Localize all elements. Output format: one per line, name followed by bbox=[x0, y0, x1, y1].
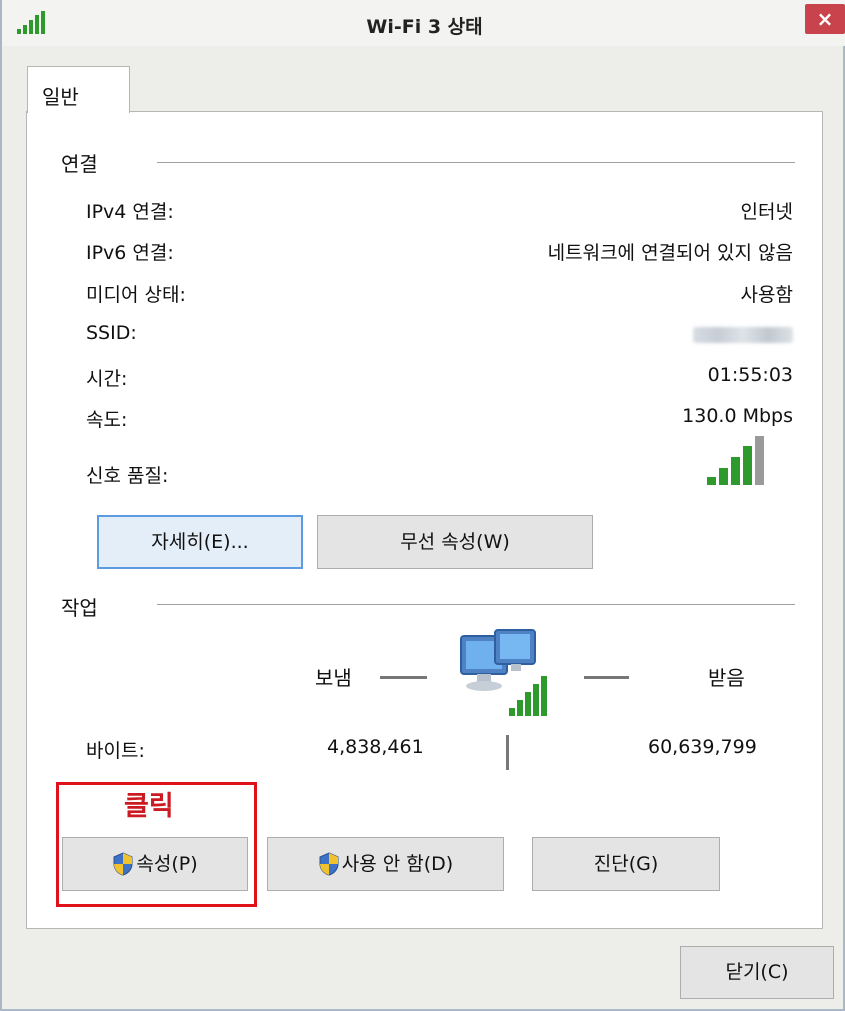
diagnose-button[interactable]: 진단(G) bbox=[532, 837, 720, 891]
window-title: Wi-Fi 3 상태 bbox=[366, 16, 483, 38]
ssid-label: SSID: bbox=[86, 322, 137, 344]
signal-quality-label: 신호 품질: bbox=[86, 465, 169, 487]
properties-button[interactable]: 속성(P) bbox=[62, 837, 248, 891]
duration-value: 01:55:03 bbox=[707, 364, 793, 386]
signal-quality-icon bbox=[707, 436, 764, 485]
uac-shield-icon bbox=[319, 852, 339, 876]
sent-label: 보냄 bbox=[315, 666, 352, 690]
connection-group-title: 연결 bbox=[61, 152, 98, 176]
bytes-label: 바이트: bbox=[86, 740, 145, 762]
ipv4-value: 인터넷 bbox=[740, 201, 793, 223]
uac-shield-icon bbox=[113, 852, 133, 876]
connection-divider bbox=[157, 162, 795, 163]
title-bar[interactable]: Wi-Fi 3 상태 × bbox=[2, 0, 845, 46]
received-label: 받음 bbox=[708, 666, 745, 690]
details-button[interactable]: 자세히(E)... bbox=[97, 515, 303, 569]
activity-divider bbox=[157, 604, 795, 605]
bytes-divider bbox=[506, 735, 509, 770]
close-button[interactable]: 닫기(C) bbox=[680, 946, 834, 999]
activity-group-title: 작업 bbox=[61, 596, 98, 620]
ipv4-label: IPv4 연결: bbox=[86, 201, 174, 223]
network-computers-icon bbox=[460, 629, 547, 716]
ipv6-label: IPv6 연결: bbox=[86, 242, 174, 264]
status-dialog: Wi-Fi 3 상태 × 일반 연결 IPv4 연결: 인터넷 IPv6 연결:… bbox=[0, 0, 845, 1011]
media-state-label: 미디어 상태: bbox=[86, 284, 186, 306]
sent-line bbox=[380, 676, 427, 679]
ipv6-value: 네트워크에 연결되어 있지 않음 bbox=[547, 242, 793, 264]
close-window-button[interactable]: × bbox=[805, 4, 845, 34]
speed-value: 130.0 Mbps bbox=[682, 405, 793, 427]
tab-general[interactable]: 일반 bbox=[27, 66, 130, 113]
wireless-properties-button[interactable]: 무선 속성(W) bbox=[317, 515, 593, 569]
received-line bbox=[584, 676, 629, 679]
disable-button[interactable]: 사용 안 함(D) bbox=[267, 837, 504, 891]
duration-label: 시간: bbox=[86, 368, 128, 390]
ssid-value-blurred bbox=[693, 327, 793, 343]
disable-button-label: 사용 안 함(D) bbox=[341, 853, 454, 875]
media-state-value: 사용함 bbox=[740, 284, 793, 306]
bytes-received-value: 60,639,799 bbox=[648, 736, 757, 758]
speed-label: 속도: bbox=[86, 409, 128, 431]
properties-button-label: 속성(P) bbox=[136, 853, 198, 875]
bytes-sent-value: 4,838,461 bbox=[327, 736, 424, 758]
